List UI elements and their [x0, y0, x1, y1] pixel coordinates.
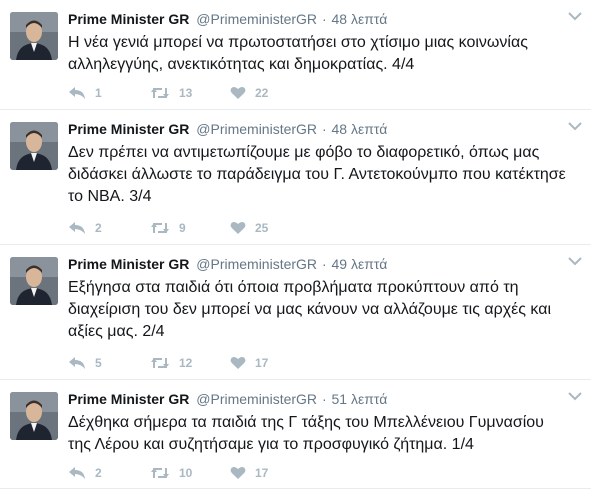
retweet-button[interactable]: 13 [150, 86, 230, 100]
reply-count: 2 [95, 221, 102, 235]
heart-icon [230, 221, 246, 234]
profile-photo-icon [10, 392, 58, 440]
retweet-count: 12 [179, 356, 193, 370]
tweet-actions: 2 10 17 [68, 463, 310, 483]
author-handle[interactable]: @PrimeministerGR [196, 121, 317, 137]
tweet-timestamp[interactable]: 48 λεπτά [332, 121, 388, 137]
like-button[interactable]: 17 [230, 466, 310, 480]
tweet[interactable]: Prime Minister GR @PrimeministerGR · 48 … [0, 0, 591, 110]
reply-icon [69, 87, 85, 99]
avatar[interactable] [10, 122, 58, 170]
like-button[interactable]: 17 [230, 356, 310, 370]
reply-button[interactable]: 2 [68, 466, 150, 480]
tweet-header: Prime Minister GR @PrimeministerGR · 51 … [68, 389, 573, 409]
profile-photo-icon [10, 122, 58, 170]
reply-icon [69, 357, 85, 369]
tweet-timestamp[interactable]: 51 λεπτά [332, 391, 388, 407]
author-name[interactable]: Prime Minister GR [68, 121, 189, 137]
tweet[interactable]: Prime Minister GR @PrimeministerGR · 51 … [0, 380, 591, 489]
author-name[interactable]: Prime Minister GR [68, 11, 189, 27]
retweet-button[interactable]: 9 [150, 221, 230, 235]
avatar[interactable] [10, 257, 58, 305]
author-name[interactable]: Prime Minister GR [68, 391, 189, 407]
tweet-timestamp[interactable]: 49 λεπτά [332, 256, 388, 272]
chevron-down-icon[interactable] [567, 120, 583, 132]
tweet-header: Prime Minister GR @PrimeministerGR · 48 … [68, 119, 573, 139]
tweet-text: Δεν πρέπει να αντιμετωπίζουμε με φόβο το… [68, 144, 566, 205]
retweet-count: 10 [179, 466, 193, 480]
heart-icon [230, 356, 246, 369]
reply-icon [69, 467, 85, 479]
heart-icon [230, 86, 246, 99]
separator-dot: · [321, 121, 327, 137]
heart-icon [230, 466, 246, 479]
like-count: 22 [255, 86, 269, 100]
retweet-count: 9 [179, 221, 186, 235]
profile-photo-icon [10, 257, 58, 305]
avatar[interactable] [10, 392, 58, 440]
tweet[interactable]: Prime Minister GR @PrimeministerGR · 49 … [0, 245, 591, 380]
tweet-text: Εξήγησα στα παιδιά ότι όποια προβλήματα … [68, 279, 552, 340]
reply-icon [69, 222, 85, 234]
tweet-actions: 1 13 22 [68, 83, 310, 103]
author-handle[interactable]: @PrimeministerGR [196, 391, 317, 407]
tweet-feed: Prime Minister GR @PrimeministerGR · 48 … [0, 0, 591, 489]
reply-count: 1 [95, 86, 102, 100]
retweet-icon [151, 468, 169, 478]
like-button[interactable]: 22 [230, 86, 310, 100]
reply-button[interactable]: 1 [68, 86, 150, 100]
like-count: 17 [255, 466, 269, 480]
reply-count: 5 [95, 356, 102, 370]
author-handle[interactable]: @PrimeministerGR [196, 256, 317, 272]
chevron-down-icon[interactable] [567, 10, 583, 22]
reply-button[interactable]: 2 [68, 221, 150, 235]
retweet-count: 13 [179, 86, 193, 100]
tweet-header: Prime Minister GR @PrimeministerGR · 48 … [68, 9, 573, 29]
tweet[interactable]: Prime Minister GR @PrimeministerGR · 48 … [0, 110, 591, 245]
profile-photo-icon [10, 12, 58, 60]
separator-dot: · [321, 11, 327, 27]
author-handle[interactable]: @PrimeministerGR [196, 11, 317, 27]
tweet-text: Δέχθηκα σήμερα τα παιδιά της Γ τάξης του… [68, 414, 544, 453]
tweet-actions: 5 12 17 [68, 353, 310, 373]
retweet-icon [151, 88, 169, 98]
retweet-button[interactable]: 10 [150, 466, 230, 480]
tweet-header: Prime Minister GR @PrimeministerGR · 49 … [68, 254, 573, 274]
avatar[interactable] [10, 12, 58, 60]
chevron-down-icon[interactable] [567, 255, 583, 267]
like-count: 25 [255, 221, 269, 235]
separator-dot: · [321, 256, 327, 272]
tweet-timestamp[interactable]: 48 λεπτά [332, 11, 388, 27]
like-count: 17 [255, 356, 269, 370]
tweet-text: Η νέα γενιά μπορεί να πρωτοστατήσει στο … [68, 34, 528, 73]
reply-count: 2 [95, 466, 102, 480]
retweet-button[interactable]: 12 [150, 356, 230, 370]
chevron-down-icon[interactable] [567, 390, 583, 402]
retweet-icon [151, 358, 169, 368]
tweet-actions: 2 9 25 [68, 218, 310, 238]
separator-dot: · [321, 391, 327, 407]
like-button[interactable]: 25 [230, 221, 310, 235]
retweet-icon [151, 223, 169, 233]
author-name[interactable]: Prime Minister GR [68, 256, 189, 272]
reply-button[interactable]: 5 [68, 356, 150, 370]
